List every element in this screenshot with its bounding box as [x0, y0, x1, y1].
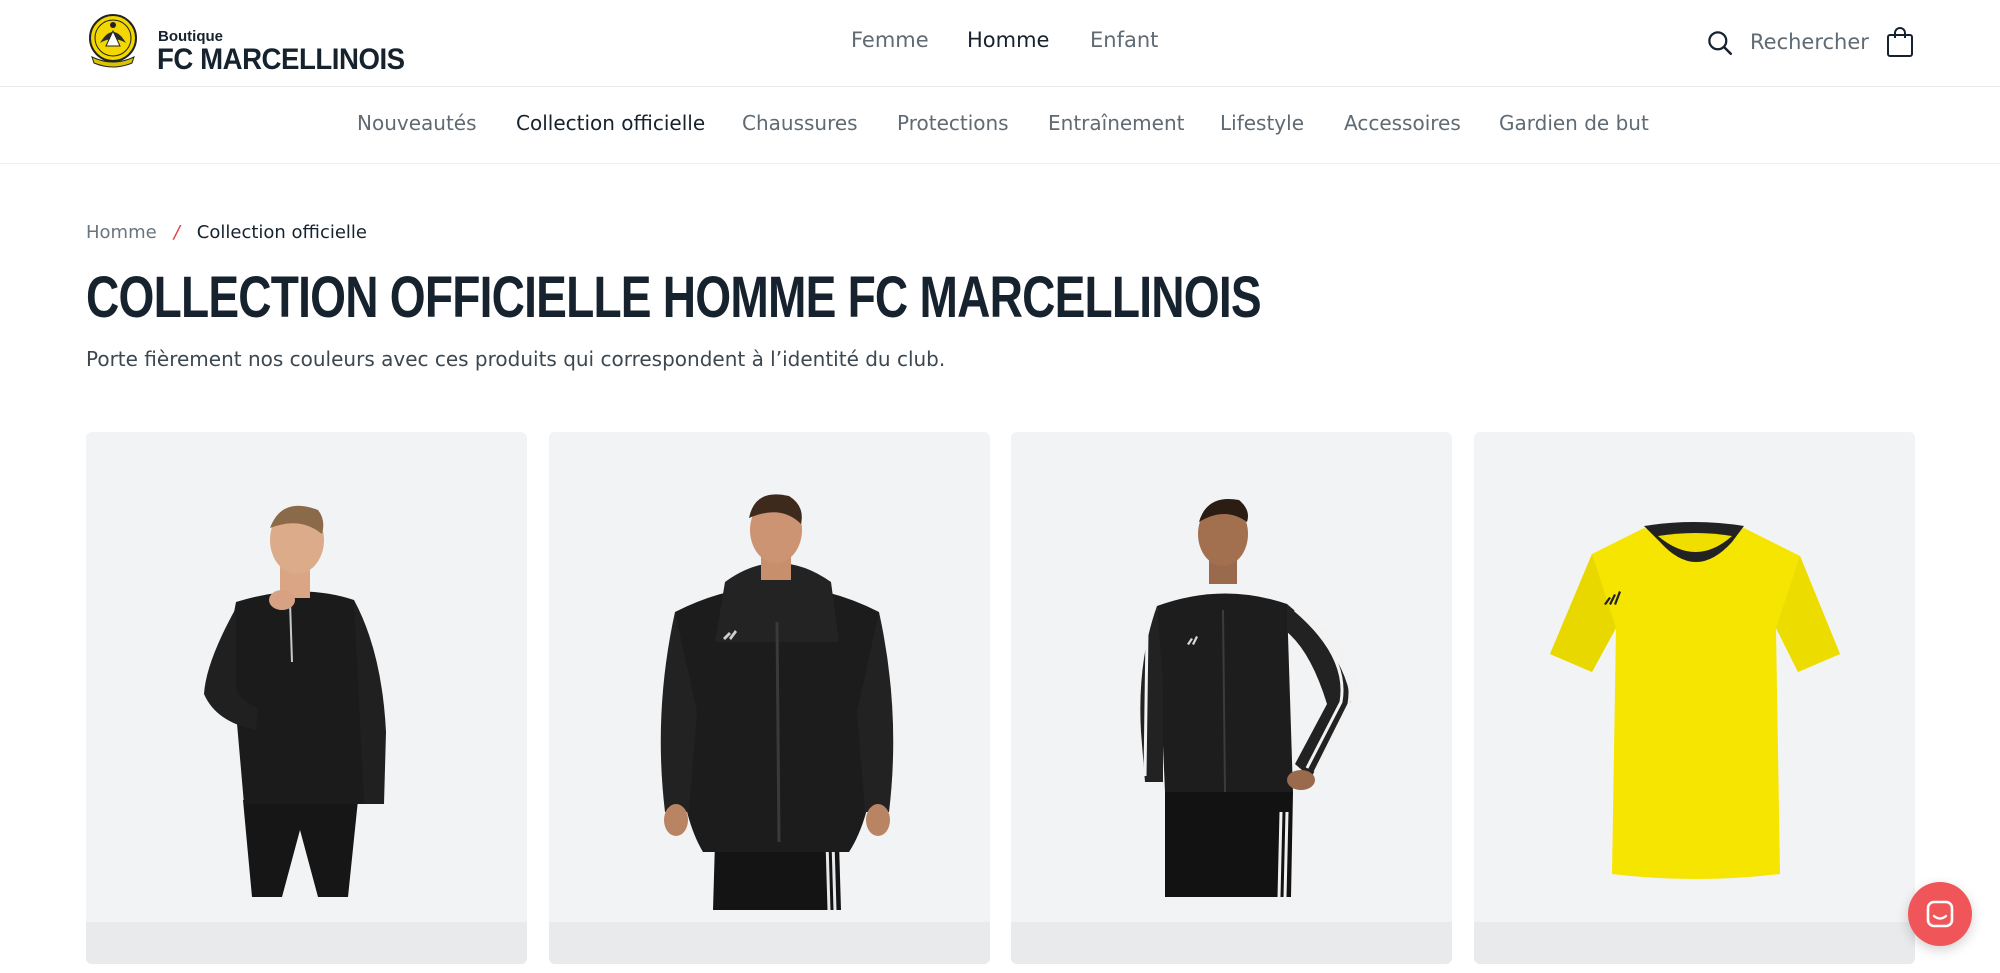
- club-crest-icon: [89, 14, 137, 68]
- category-accessoires[interactable]: Accessoires: [1344, 111, 1461, 135]
- category-nav: Nouveautés Collection officielle Chaussu…: [0, 87, 2000, 164]
- product-grid: [86, 432, 1915, 964]
- breadcrumb-separator: /: [173, 222, 180, 243]
- search-label: Rechercher: [1750, 30, 1869, 54]
- product-card[interactable]: [1011, 432, 1452, 964]
- product-card[interactable]: [549, 432, 990, 964]
- category-gardien-de-but[interactable]: Gardien de but: [1499, 111, 1649, 135]
- category-lifestyle[interactable]: Lifestyle: [1220, 111, 1304, 135]
- nav-enfant[interactable]: Enfant: [1090, 28, 1158, 52]
- search-button[interactable]: Rechercher: [1706, 26, 1869, 58]
- product-card[interactable]: [1474, 432, 1915, 964]
- breadcrumb: Homme / Collection officielle: [86, 222, 367, 243]
- category-nouveautes[interactable]: Nouveautés: [357, 111, 477, 135]
- brand-logo[interactable]: Boutique FC MARCELLINOIS: [86, 13, 405, 76]
- page-description: Porte fièrement nos couleurs avec ces pr…: [86, 347, 946, 371]
- chat-button[interactable]: [1908, 882, 1972, 946]
- product-image: [549, 494, 990, 964]
- nav-homme[interactable]: Homme: [967, 28, 1049, 52]
- nav-femme[interactable]: Femme: [851, 28, 929, 52]
- category-protections[interactable]: Protections: [897, 111, 1009, 135]
- category-entrainement[interactable]: Entraînement: [1048, 111, 1184, 135]
- brand-name: FC MARCELLINOIS: [157, 43, 405, 76]
- category-collection-officielle[interactable]: Collection officielle: [516, 111, 705, 135]
- product-image: [1474, 522, 1915, 964]
- chat-icon: [1926, 900, 1954, 928]
- breadcrumb-current: Collection officielle: [196, 222, 367, 243]
- search-icon: [1708, 30, 1732, 55]
- breadcrumb-home-link[interactable]: Homme: [86, 222, 157, 243]
- product-card[interactable]: [86, 432, 527, 964]
- product-image: [1011, 498, 1452, 964]
- page-title: COLLECTION OFFICIELLE HOMME FC MARCELLIN…: [86, 265, 1262, 330]
- site-header: Boutique FC MARCELLINOIS Femme Homme Enf…: [0, 0, 2000, 87]
- category-chaussures[interactable]: Chaussures: [742, 111, 858, 135]
- shopping-bag-icon[interactable]: [1886, 26, 1914, 58]
- product-image: [86, 505, 527, 964]
